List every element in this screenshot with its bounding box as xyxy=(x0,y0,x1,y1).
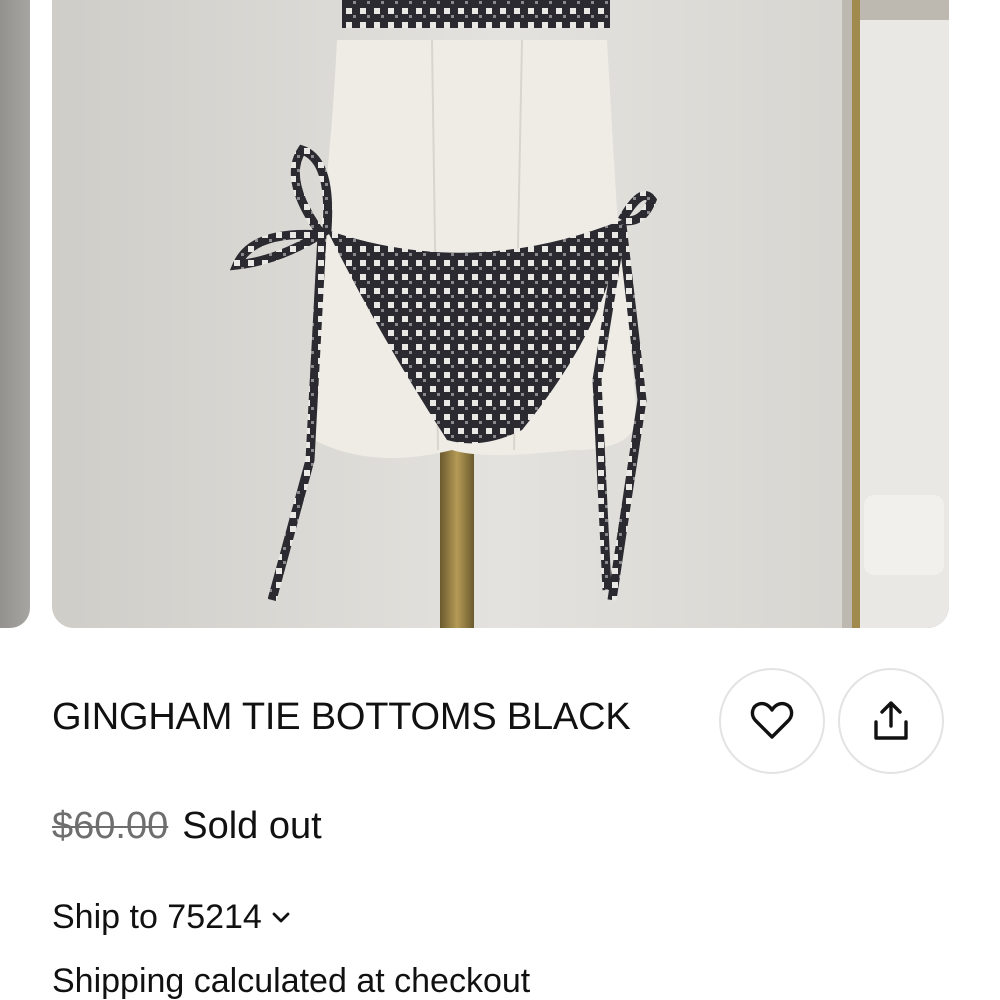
ship-to-label: Ship to 75214 xyxy=(52,898,262,936)
availability-status: Sold out xyxy=(182,805,322,847)
previous-product-image[interactable] xyxy=(0,0,30,628)
product-image[interactable] xyxy=(52,0,949,628)
heart-icon xyxy=(750,701,794,739)
share-button[interactable] xyxy=(838,668,944,774)
chevron-down-icon xyxy=(272,912,290,922)
original-price: $60.00 xyxy=(52,805,169,847)
favorite-button[interactable] xyxy=(719,668,825,774)
price-row: $60.00 Sold out xyxy=(52,805,322,848)
share-upload-icon xyxy=(874,701,908,740)
shipping-note: Shipping calculated at checkout xyxy=(52,962,531,1000)
product-page: GINGHAM TIE BOTTOMS BLACK $60.00 Sold ou… xyxy=(0,0,1000,1000)
product-image-carousel[interactable] xyxy=(0,0,1000,628)
ship-to-selector[interactable]: Ship to 75214 xyxy=(52,898,290,937)
product-title: GINGHAM TIE BOTTOMS BLACK xyxy=(52,696,631,738)
